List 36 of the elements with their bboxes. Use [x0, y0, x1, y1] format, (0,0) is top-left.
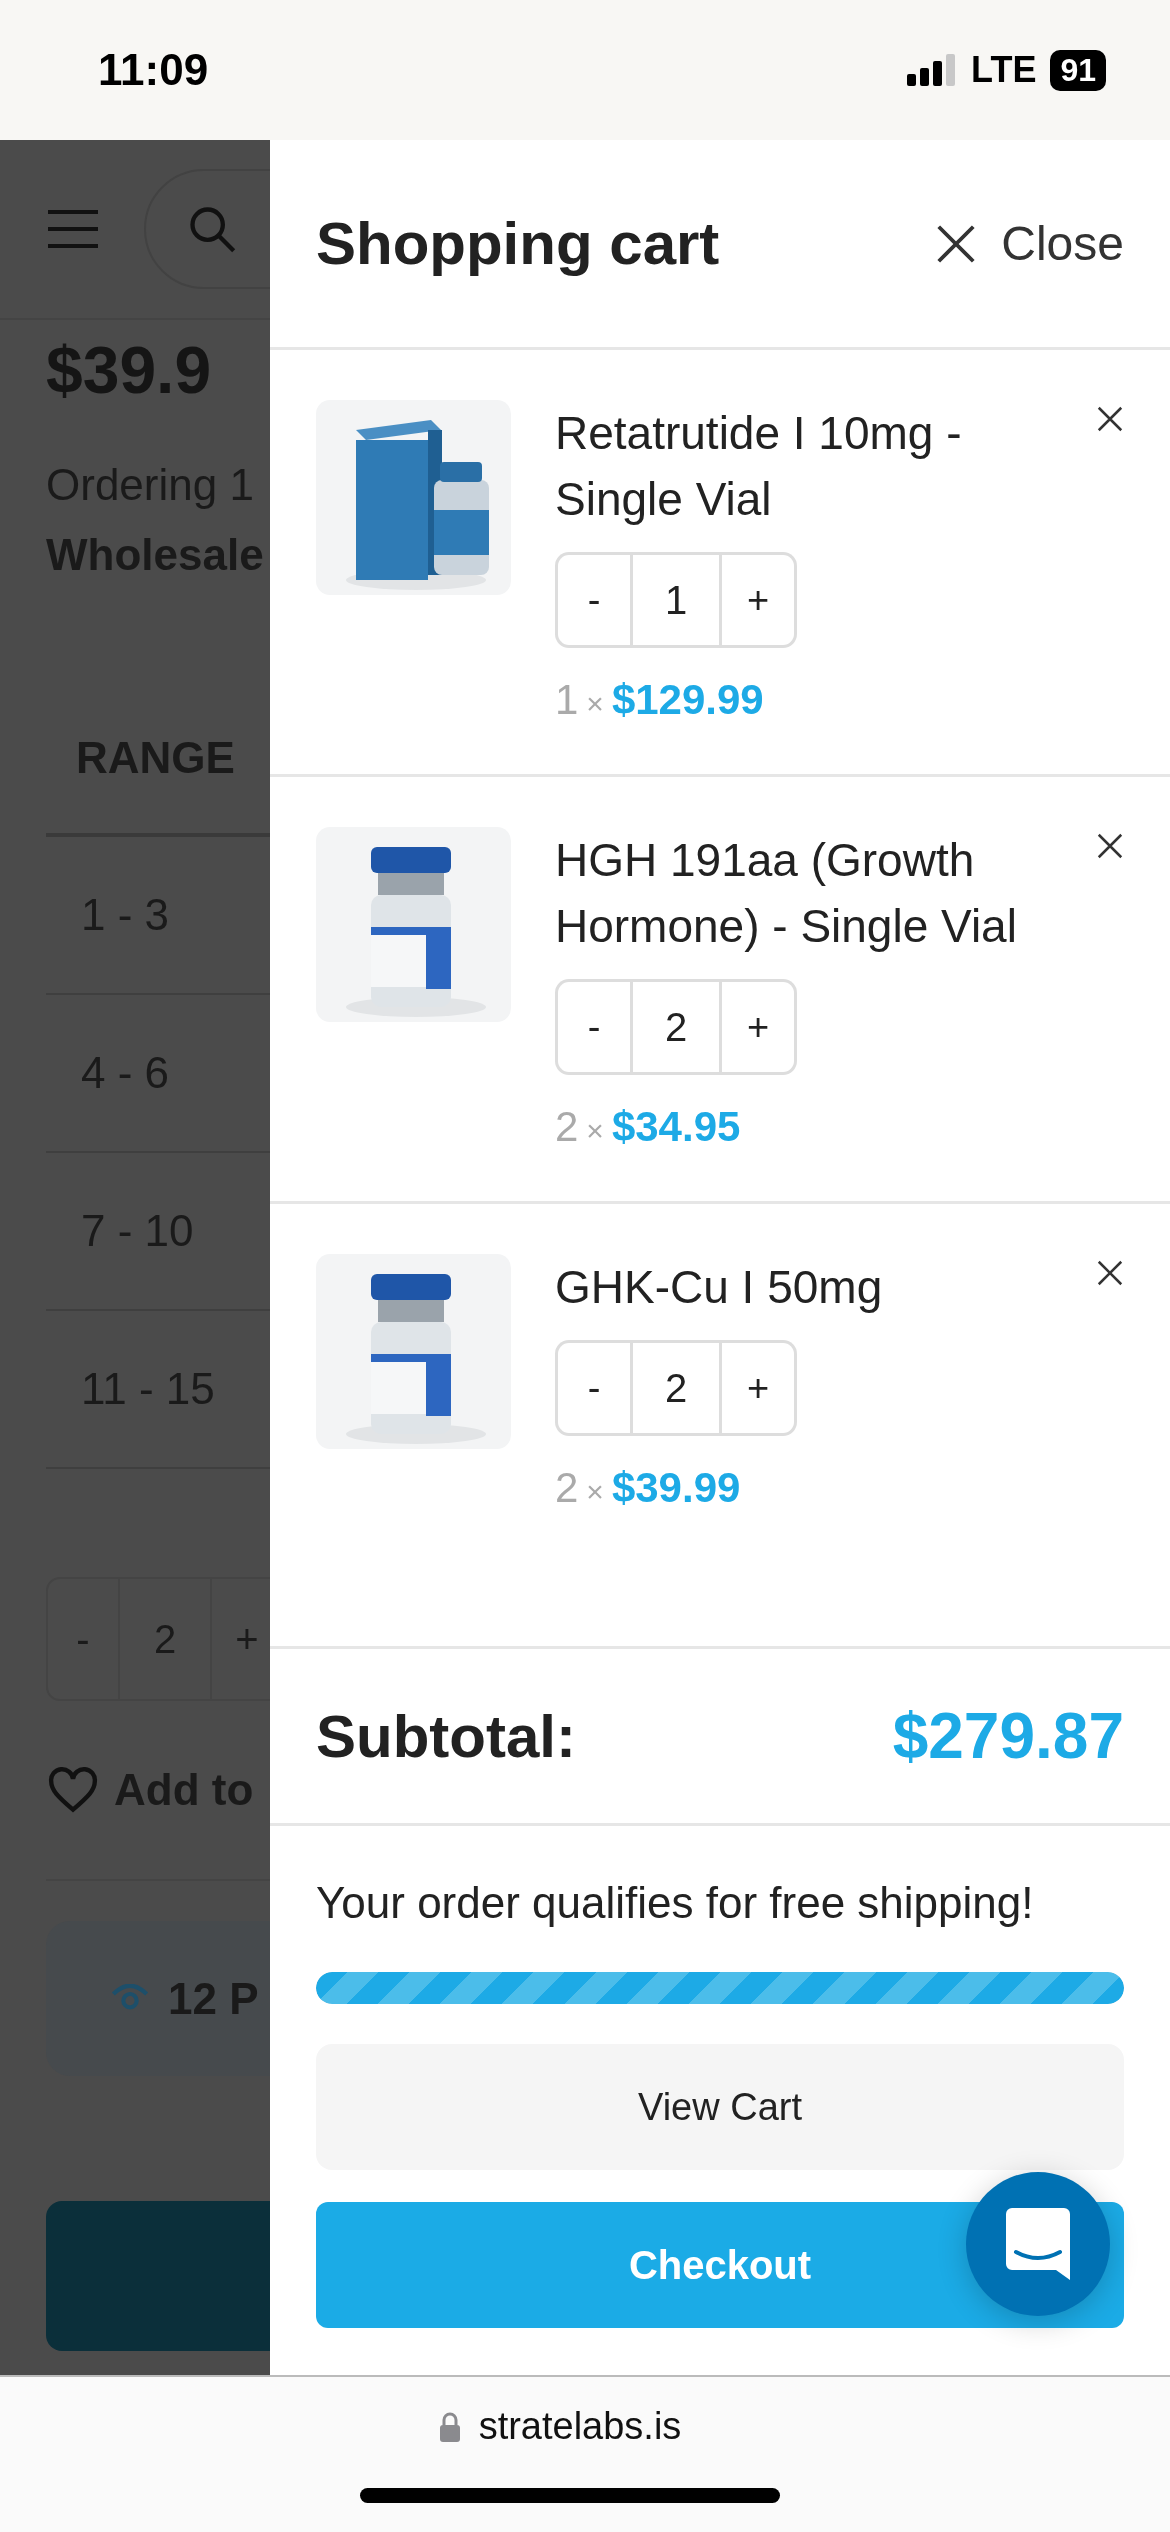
item-count: 2 [555, 1464, 579, 1512]
subtotal-value: $279.87 [892, 1699, 1124, 1773]
quantity-field[interactable]: 2 [630, 1340, 722, 1436]
heart-icon [46, 1766, 100, 1814]
chat-icon [1006, 2208, 1070, 2280]
network-label: LTE [971, 49, 1037, 91]
increase-button[interactable]: + [722, 552, 797, 648]
lock-icon [438, 2411, 461, 2442]
decrease-button[interactable]: - [555, 979, 630, 1075]
quantity-field[interactable]: 2 [630, 979, 722, 1075]
increase-button[interactable]: + [722, 979, 797, 1075]
decrease-button[interactable]: - [555, 552, 630, 648]
times-sign: × [586, 1475, 604, 1509]
cart-title: Shopping cart [316, 209, 720, 278]
status-time: 11:09 [98, 45, 209, 95]
decrease-button[interactable]: - [555, 1340, 630, 1436]
view-cart-button[interactable]: View Cart [316, 2044, 1124, 2170]
increase-button[interactable]: + [722, 1340, 797, 1436]
product-name[interactable]: HGH 191aa (Growth Hormone) - Single Vial [555, 827, 1046, 959]
menu-icon [46, 209, 100, 249]
battery-level: 91 [1050, 49, 1106, 91]
signal-icon [907, 54, 958, 86]
product-name[interactable]: GHK-Cu I 50mg [555, 1254, 883, 1320]
product-name[interactable]: Retatrutide I 10mg - Single Vial [555, 400, 1046, 532]
close-button[interactable]: Close [933, 216, 1124, 271]
quantity-field[interactable]: 1 [630, 552, 722, 648]
item-price: $129.99 [611, 676, 764, 724]
times-sign: × [586, 687, 604, 721]
item-count: 1 [555, 676, 579, 724]
item-price: $39.99 [611, 1464, 741, 1512]
times-sign: × [586, 1114, 604, 1148]
url-text[interactable]: stratelabs.is [478, 2405, 682, 2448]
subtotal-label: Subtotal: [316, 1701, 576, 1771]
item-count: 2 [555, 1103, 579, 1151]
item-price: $34.95 [611, 1103, 741, 1151]
shipping-message: Your order qualifies for free shipping! [316, 1877, 1035, 1929]
